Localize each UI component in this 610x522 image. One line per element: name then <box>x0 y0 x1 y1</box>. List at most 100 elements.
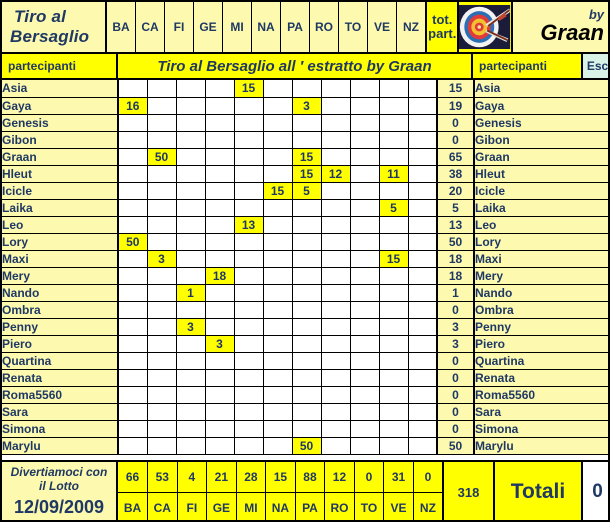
score-cell-to[interactable] <box>350 148 380 166</box>
score-cell-ro[interactable] <box>321 437 351 455</box>
score-cell-mi[interactable] <box>234 250 264 268</box>
score-cell-fi[interactable] <box>176 369 206 387</box>
score-cell-pa[interactable] <box>292 216 322 234</box>
score-cell-nz[interactable] <box>408 301 438 319</box>
score-cell-nz[interactable] <box>408 403 438 421</box>
score-cell-fi[interactable] <box>176 97 206 115</box>
score-cell-fi[interactable] <box>176 352 206 370</box>
score-cell-to[interactable] <box>350 335 380 353</box>
score-cell-ca[interactable] <box>147 97 177 115</box>
score-cell-ve[interactable] <box>379 233 409 251</box>
score-cell-na[interactable] <box>263 267 293 285</box>
score-cell-fi[interactable]: 3 <box>176 318 206 336</box>
score-cell-na[interactable] <box>263 80 293 98</box>
score-cell-na[interactable] <box>263 386 293 404</box>
score-cell-ge[interactable] <box>205 386 235 404</box>
score-cell-ve[interactable] <box>379 335 409 353</box>
score-cell-ro[interactable] <box>321 148 351 166</box>
score-cell-ge[interactable] <box>205 182 235 200</box>
score-cell-pa[interactable]: 3 <box>292 97 322 115</box>
score-cell-ve[interactable] <box>379 352 409 370</box>
score-cell-ca[interactable] <box>147 267 177 285</box>
score-cell-ca[interactable] <box>147 403 177 421</box>
score-cell-ca[interactable] <box>147 318 177 336</box>
score-cell-ba[interactable] <box>118 369 148 387</box>
score-cell-ro[interactable] <box>321 420 351 438</box>
score-cell-mi[interactable]: 13 <box>234 216 264 234</box>
score-cell-ge[interactable] <box>205 284 235 302</box>
score-cell-fi[interactable] <box>176 267 206 285</box>
score-cell-ba[interactable] <box>118 420 148 438</box>
score-cell-na[interactable] <box>263 369 293 387</box>
score-cell-mi[interactable] <box>234 284 264 302</box>
score-cell-ve[interactable] <box>379 148 409 166</box>
score-cell-fi[interactable] <box>176 250 206 268</box>
score-cell-ro[interactable] <box>321 131 351 149</box>
score-cell-mi[interactable] <box>234 148 264 166</box>
score-cell-mi[interactable] <box>234 114 264 132</box>
score-cell-ba[interactable] <box>118 165 148 183</box>
score-cell-mi[interactable] <box>234 335 264 353</box>
score-cell-ca[interactable] <box>147 199 177 217</box>
score-cell-ge[interactable] <box>205 369 235 387</box>
score-cell-na[interactable] <box>263 114 293 132</box>
score-cell-nz[interactable] <box>408 284 438 302</box>
score-cell-nz[interactable] <box>408 267 438 285</box>
score-cell-to[interactable] <box>350 352 380 370</box>
score-cell-mi[interactable] <box>234 131 264 149</box>
score-cell-to[interactable] <box>350 216 380 234</box>
score-cell-pa[interactable] <box>292 80 322 98</box>
score-cell-ge[interactable] <box>205 131 235 149</box>
score-cell-ba[interactable] <box>118 284 148 302</box>
score-cell-ro[interactable] <box>321 233 351 251</box>
score-cell-pa[interactable] <box>292 386 322 404</box>
score-cell-to[interactable] <box>350 165 380 183</box>
score-cell-mi[interactable] <box>234 437 264 455</box>
score-cell-pa[interactable] <box>292 420 322 438</box>
score-cell-ba[interactable] <box>118 80 148 98</box>
score-cell-ro[interactable] <box>321 352 351 370</box>
score-cell-mi[interactable] <box>234 386 264 404</box>
score-cell-to[interactable] <box>350 284 380 302</box>
score-cell-pa[interactable]: 50 <box>292 437 322 455</box>
score-cell-mi[interactable]: 15 <box>234 80 264 98</box>
score-cell-ve[interactable] <box>379 420 409 438</box>
score-cell-pa[interactable] <box>292 403 322 421</box>
score-cell-to[interactable] <box>350 80 380 98</box>
score-cell-na[interactable] <box>263 318 293 336</box>
score-cell-na[interactable] <box>263 437 293 455</box>
score-cell-fi[interactable] <box>176 403 206 421</box>
score-cell-ba[interactable] <box>118 437 148 455</box>
score-cell-na[interactable] <box>263 216 293 234</box>
score-cell-pa[interactable] <box>292 335 322 353</box>
score-cell-ge[interactable] <box>205 250 235 268</box>
score-cell-ro[interactable] <box>321 97 351 115</box>
score-cell-na[interactable] <box>263 284 293 302</box>
score-cell-ge[interactable] <box>205 199 235 217</box>
score-cell-ve[interactable]: 15 <box>379 250 409 268</box>
score-cell-ca[interactable] <box>147 284 177 302</box>
score-cell-fi[interactable]: 1 <box>176 284 206 302</box>
score-cell-ge[interactable] <box>205 233 235 251</box>
score-cell-fi[interactable] <box>176 301 206 319</box>
score-cell-nz[interactable] <box>408 386 438 404</box>
score-cell-na[interactable]: 15 <box>263 182 293 200</box>
score-cell-ve[interactable] <box>379 80 409 98</box>
score-cell-ca[interactable] <box>147 437 177 455</box>
score-cell-ge[interactable] <box>205 165 235 183</box>
score-cell-nz[interactable] <box>408 335 438 353</box>
score-cell-ro[interactable] <box>321 301 351 319</box>
score-cell-ve[interactable] <box>379 267 409 285</box>
score-cell-pa[interactable] <box>292 233 322 251</box>
score-cell-nz[interactable] <box>408 182 438 200</box>
score-cell-pa[interactable] <box>292 352 322 370</box>
score-cell-ba[interactable] <box>118 131 148 149</box>
score-cell-to[interactable] <box>350 182 380 200</box>
score-cell-na[interactable] <box>263 233 293 251</box>
score-cell-ba[interactable] <box>118 114 148 132</box>
score-cell-ge[interactable] <box>205 97 235 115</box>
score-cell-ca[interactable] <box>147 216 177 234</box>
score-cell-mi[interactable] <box>234 97 264 115</box>
score-cell-ba[interactable] <box>118 267 148 285</box>
score-cell-ve[interactable] <box>379 301 409 319</box>
